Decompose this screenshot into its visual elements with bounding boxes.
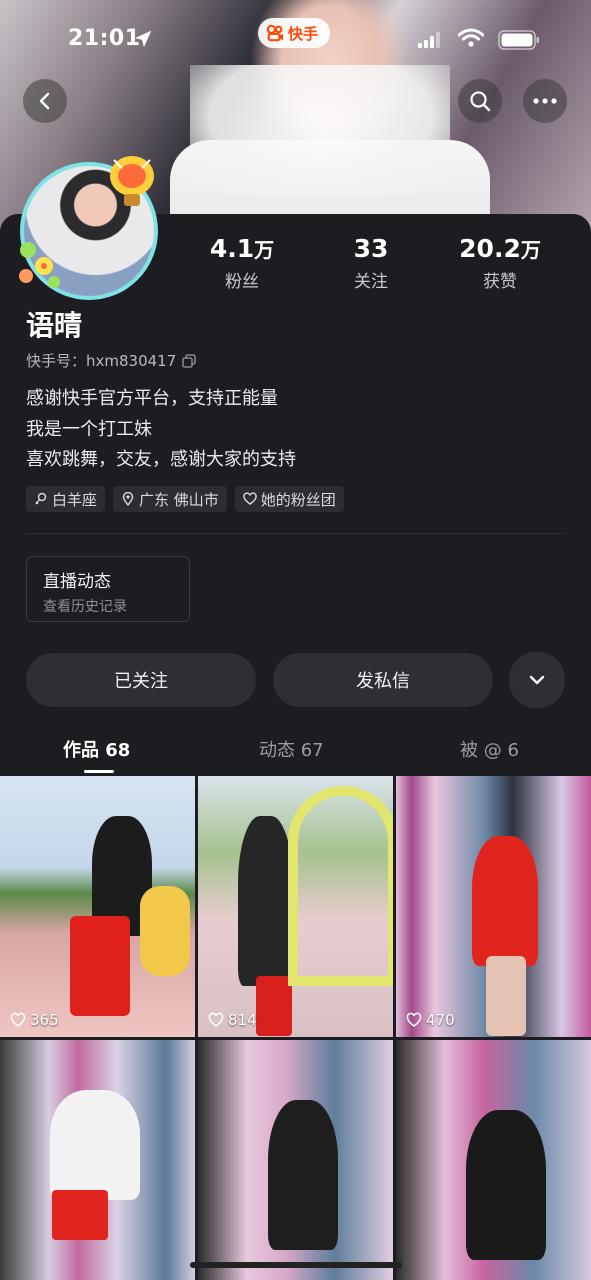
zodiac-icon xyxy=(35,492,47,505)
kuaishou-logo-icon xyxy=(266,24,284,42)
video-thumbnail[interactable] xyxy=(0,1040,195,1280)
signal-icon xyxy=(418,32,440,48)
thumbnail-figure xyxy=(50,1090,140,1200)
stat-value: 4.1万 xyxy=(209,234,275,263)
thumbnail-figure xyxy=(256,976,292,1036)
video-thumbnail[interactable] xyxy=(396,1040,591,1280)
kuaishou-id-label: 快手号：hxm830417 xyxy=(26,352,177,370)
stat-value: 20.2万 xyxy=(459,234,541,263)
heart-icon xyxy=(208,1012,224,1027)
stat-label: 粉丝 xyxy=(225,272,259,292)
location-pin-icon xyxy=(122,492,134,506)
tag-location: 广东 佛山市 xyxy=(113,486,227,512)
thumbnail-figure xyxy=(52,1190,108,1240)
profile-page: 21:01 快手 4.1万 粉丝 33 关注 20.2万 获赞 语晴 快手号：h… xyxy=(0,0,591,1280)
thumbnail-figure xyxy=(238,816,293,986)
live-card-subtitle: 查看历史记录 xyxy=(43,599,127,615)
profile-bio: 感谢快手官方平台，支持正能量 我是一个打工妹 喜欢跳舞，交友，感谢大家的支持 xyxy=(26,384,296,476)
kuaishou-id: 快手号：hxm830417 xyxy=(26,350,196,371)
heart-icon xyxy=(10,1012,26,1027)
stat-following[interactable]: 33 关注 xyxy=(311,234,431,292)
tab-mentions[interactable]: 被 @ 6 xyxy=(460,736,519,762)
tag-zodiac: 白羊座 xyxy=(26,486,106,512)
back-button[interactable] xyxy=(23,79,67,123)
like-count: 814 xyxy=(208,1011,257,1029)
thumbnail-figure xyxy=(140,886,190,976)
stat-likes[interactable]: 20.2万 获赞 xyxy=(440,234,560,292)
crown-balloon-icon xyxy=(110,156,154,206)
message-button[interactable]: 发私信 xyxy=(273,653,493,707)
expand-button[interactable] xyxy=(509,652,565,708)
live-history-card[interactable]: 直播动态 查看历史记录 xyxy=(26,556,190,622)
app-badge-label: 快手 xyxy=(288,24,319,43)
chevron-left-icon xyxy=(39,92,50,110)
like-count: 365 xyxy=(10,1011,59,1029)
wifi-icon xyxy=(458,28,484,47)
profile-name: 语晴 xyxy=(26,309,83,342)
more-dots-icon xyxy=(533,98,557,104)
search-icon xyxy=(470,91,491,112)
thumbnail-figure xyxy=(70,916,130,1016)
chevron-down-icon xyxy=(529,675,545,685)
stat-value: 33 xyxy=(353,234,389,263)
profile-tags: 白羊座 广东 佛山市 她的粉丝团 xyxy=(26,486,344,512)
tab-works[interactable]: 作品 68 xyxy=(63,736,130,762)
app-badge[interactable]: 快手 xyxy=(258,18,331,48)
heart-outline-icon xyxy=(243,492,257,505)
video-grid: 365 814 470 xyxy=(0,776,591,1280)
cover-gloves xyxy=(190,65,450,195)
bio-line: 喜欢跳舞，交友，感谢大家的支持 xyxy=(26,449,296,470)
followed-button[interactable]: 已关注 xyxy=(26,653,256,707)
bio-line: 我是一个打工妹 xyxy=(26,418,152,440)
live-card-title: 直播动态 xyxy=(43,572,111,592)
search-button[interactable] xyxy=(458,79,502,123)
video-thumbnail[interactable]: 365 xyxy=(0,776,195,1037)
tab-underline xyxy=(84,770,114,773)
home-indicator xyxy=(190,1262,402,1268)
tab-moments[interactable]: 动态 67 xyxy=(259,736,324,762)
thumbnail-figure xyxy=(472,836,538,966)
flower-decoration-icon xyxy=(19,242,60,288)
battery-icon xyxy=(498,30,539,50)
video-thumbnail[interactable]: 814 xyxy=(198,776,393,1037)
stat-label: 关注 xyxy=(354,272,388,292)
video-thumbnail[interactable]: 470 xyxy=(396,776,591,1037)
divider xyxy=(26,533,565,534)
thumbnail-figure xyxy=(268,1100,338,1250)
thumbnail-figure xyxy=(486,956,526,1036)
more-button[interactable] xyxy=(523,79,567,123)
stat-label: 获赞 xyxy=(483,272,517,292)
content-tabs: 作品 68 动态 67 被 @ 6 xyxy=(0,730,591,774)
heart-icon xyxy=(406,1012,422,1027)
copy-icon[interactable] xyxy=(182,353,196,368)
tag-fan-club[interactable]: 她的粉丝团 xyxy=(234,486,344,512)
status-time: 21:01 xyxy=(68,26,141,51)
location-arrow-icon xyxy=(134,30,152,48)
stat-followers[interactable]: 4.1万 粉丝 xyxy=(182,234,302,292)
video-thumbnail[interactable] xyxy=(198,1040,393,1280)
thumbnail-figure xyxy=(466,1110,546,1260)
like-count: 470 xyxy=(406,1011,455,1029)
thumbnail-figure xyxy=(288,786,393,986)
bio-line: 感谢快手官方平台，支持正能量 xyxy=(26,388,278,409)
